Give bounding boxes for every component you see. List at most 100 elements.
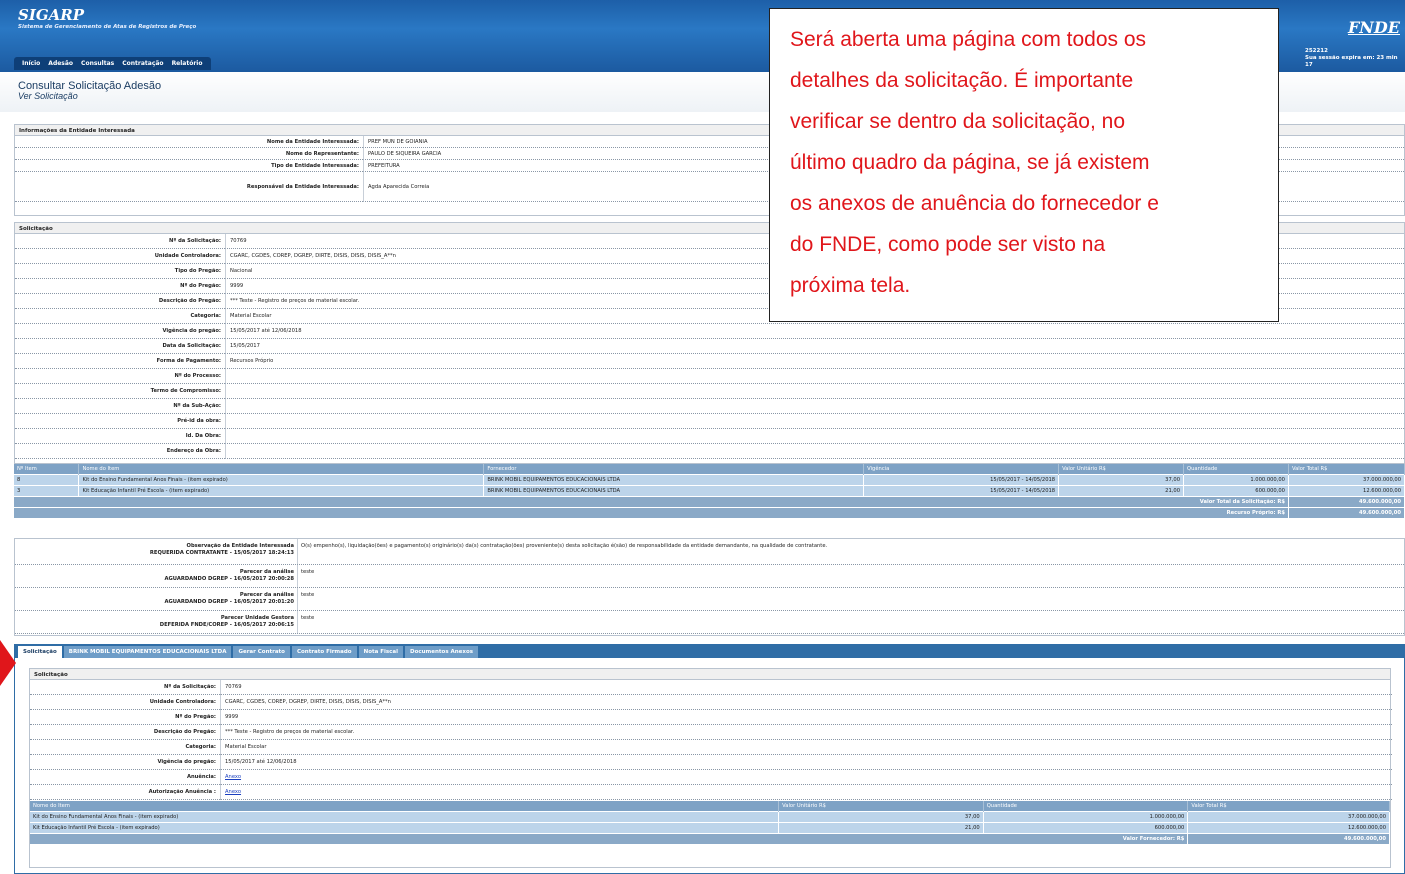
tab-solicitacao[interactable]: Solicitação [18, 646, 62, 658]
parecer-text: teste [297, 588, 1404, 610]
field-label: Nº da Sub-Ação: [15, 399, 225, 414]
parecer-label: Observação da Entidade Interessada REQUER… [15, 539, 297, 564]
table-row: Kit Educação Infantil Pré Escola - (item… [30, 821, 1390, 833]
field-label: Categoria: [15, 309, 225, 324]
total-row: Valor Total da Solicitação: R$ 49.600.000… [14, 495, 1405, 507]
main-menu: Início Adesão Consultas Contratação Rela… [14, 57, 211, 70]
table-row: 3 Kit Educação Infantil Pré Escola - (ite… [14, 484, 1405, 496]
tab-gerar-contrato[interactable]: Gerar Contrato [233, 646, 290, 658]
field-label: Unidade Controladora: [15, 249, 225, 264]
table-cell: Kit do Ensino Fundamental Anos Finais - … [78, 473, 485, 485]
field-value [225, 444, 1405, 459]
page-subtitle: Ver Solicitação [18, 91, 78, 101]
total-row: Valor Fornecedor: R$ 49.600.000,00 [30, 832, 1390, 844]
session-info: 252212 Sua sessão expira em: 23 min 17 [1305, 48, 1405, 69]
tab-nota-fiscal[interactable]: Nota Fiscal [358, 646, 404, 658]
parecer-label: Parecer da análise AGUARDANDO DGREP - 16/… [15, 588, 297, 610]
field-value: *** Teste - Registro de preços de materi… [220, 725, 1392, 740]
field-label: Anuência: [30, 770, 220, 785]
sol2-heading: Solicitação [30, 669, 1390, 680]
table-cell: BRINK MOBIL EQUIPAMENTOS EDUCACIONAIS LT… [483, 473, 865, 485]
column-header: Quantidade [983, 801, 1189, 811]
table-cell: BRINK MOBIL EQUIPAMENTOS EDUCACIONAIS LT… [483, 484, 865, 496]
tab-fornecedor[interactable]: BRINK MOBIL EQUIPAMENTOS EDUCACIONAIS LT… [63, 646, 232, 658]
total-value: 49.600.000,00 [1288, 495, 1405, 507]
brand-subtitle: Sistema de Gerenciamento de Atas de Regi… [18, 24, 197, 30]
sol2-section: Solicitação Nº da Solicitação: 70769 Unida… [29, 668, 1392, 868]
field-value [225, 399, 1405, 414]
field-label: Categoria: [30, 740, 220, 755]
tab-contrato-firmado[interactable]: Contrato Firmado [291, 646, 357, 658]
table-cell: Kit Educação Infantil Pré Escola - (item… [30, 821, 780, 833]
table-cell: 12.600.000,00 [1187, 821, 1390, 833]
fnde-logo[interactable]: FNDE [1348, 18, 1400, 37]
parecer-status: REQUERIDA CONTRATANTE - 15/05/2017 18:24… [149, 550, 294, 556]
menu-item-inicio[interactable]: Início [18, 57, 44, 70]
column-header: Valor Unitário R$ [778, 801, 984, 811]
itens-table-wrap: Nº Item Nome do Item Fornecedor Vigência Val… [14, 464, 1405, 518]
parecer-status: AGUARDANDO DGREP - 16/05/2017 20:01:20 [164, 599, 294, 605]
parecer-row: Parecer da análise AGUARDANDO DGREP - 16/… [15, 565, 1404, 588]
field-label: Responsável da Entidade Interessada: [15, 172, 363, 202]
field-label: Nº do Pregão: [15, 279, 225, 294]
menu-item-relatorio[interactable]: Relatório [168, 57, 207, 70]
field-label: Descrição do Pregão: [15, 294, 225, 309]
anuencia-link[interactable]: Anexo [225, 774, 241, 780]
callout-line: verificar se dentro da solicitação, no [790, 110, 1126, 133]
pareceres-list: Observação da Entidade Interessada REQUER… [15, 539, 1404, 634]
parecer-row: Parecer da análise AGUARDANDO DGREP - 16/… [15, 588, 1404, 611]
field-label: Forma de Pagamento: [15, 354, 225, 369]
table-cell: 15/05/2017 - 14/05/2018 [863, 473, 1060, 485]
autorizacao-link[interactable]: Anexo [225, 789, 241, 795]
callout-line: os anexos de anuência do fornecedor e [790, 192, 1159, 215]
column-header: Quantidade [1183, 464, 1289, 474]
session-timer: Sua sessão expira em: 23 min 17 [1305, 55, 1398, 68]
field-value [225, 429, 1405, 444]
field-value [225, 384, 1405, 399]
tab-bar: Solicitação BRINK MOBIL EQUIPAMENTOS EDU… [14, 644, 1405, 658]
itens-table: Nº Item Nome do Item Fornecedor Vigência Val… [14, 464, 1405, 518]
column-header: Valor Total R$ [1187, 801, 1390, 811]
table-cell: 600.000,00 [1183, 484, 1289, 496]
column-header: Nº Item [14, 464, 80, 474]
field-label: Termo de Compromisso: [15, 384, 225, 399]
field-label: Tipo de Entidade Interessada: [15, 160, 363, 172]
table-cell: 37.000.000,00 [1187, 810, 1390, 822]
parecer-title: Parecer da análise [239, 592, 294, 598]
callout-line: do FNDE, como pode ser visto na [790, 233, 1106, 256]
field-label: Nome da Entidade Interessada: [15, 136, 363, 148]
parecer-label: Parecer da análise AGUARDANDO DGREP - 16/… [15, 565, 297, 587]
field-label: Tipo do Pregão: [15, 264, 225, 279]
parecer-title: Parecer Unidade Gestora [220, 615, 294, 621]
table-cell: 3 [14, 484, 80, 496]
tab-documentos-anexos[interactable]: Documentos Anexos [405, 646, 479, 658]
total-label: Valor Total da Solicitação: R$ [14, 495, 1289, 507]
field-value: Anexo [220, 770, 1392, 785]
table-cell: 15/05/2017 - 14/05/2018 [863, 484, 1060, 496]
parecer-label: Parecer Unidade Gestora DEFERIDA FNDE/COR… [15, 611, 297, 633]
field-label: Nº da Solicitação: [30, 680, 220, 695]
table-cell: 12.600.000,00 [1288, 484, 1405, 496]
parecer-text: teste [297, 611, 1404, 633]
menu-item-adesao[interactable]: Adesão [44, 57, 77, 70]
table-cell: 1.000.000,00 [983, 810, 1189, 822]
field-value: 9999 [220, 710, 1392, 725]
page: SIGARP Sistema de Gerenciamento de Atas … [0, 0, 1405, 874]
sol2-table: Nº da Solicitação: 70769 Unidade Controlad… [30, 680, 1392, 800]
field-value [225, 414, 1405, 429]
menu-item-contratacao[interactable]: Contratação [118, 57, 167, 70]
brand-logo[interactable]: SIGARP [18, 6, 84, 24]
parecer-title: Parecer da análise [239, 569, 294, 575]
column-header: Nome do Item [30, 801, 780, 811]
menu-item-consultas[interactable]: Consultas [77, 57, 118, 70]
field-value: 15/05/2017 [225, 339, 1405, 354]
field-value [225, 369, 1405, 384]
callout-line: próxima tela. [790, 274, 911, 297]
field-label: Nome do Representante: [15, 148, 363, 160]
column-header: Fornecedor [483, 464, 865, 474]
table-cell: 21,00 [1058, 484, 1185, 496]
field-value: Anexo [220, 785, 1392, 800]
total-label: Valor Fornecedor: R$ [30, 832, 1189, 844]
field-value: 15/05/2017 até 12/06/2018 [220, 755, 1392, 770]
field-value: 70769 [220, 680, 1392, 695]
